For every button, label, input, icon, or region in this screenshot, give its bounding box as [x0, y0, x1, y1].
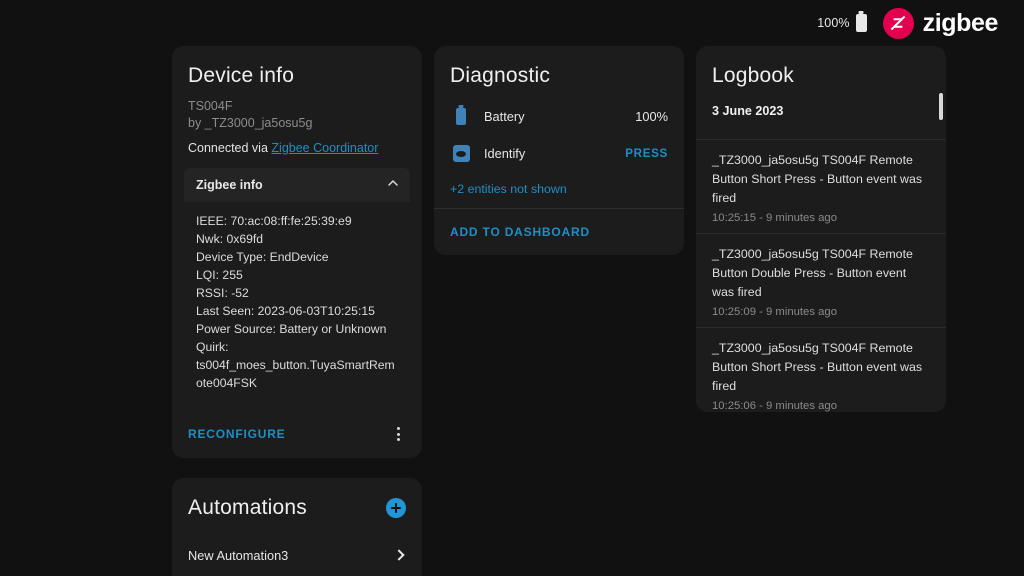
automation-label: New Automation3	[188, 548, 288, 563]
connected-via-label: Connected via	[188, 141, 268, 155]
zigbee-coordinator-link[interactable]: Zigbee Coordinator	[271, 141, 378, 155]
add-to-dashboard-button[interactable]: ADD TO DASHBOARD	[450, 225, 590, 239]
battery-icon	[450, 108, 472, 125]
device-info-title: Device info	[172, 46, 422, 98]
diagnostic-title: Diagnostic	[434, 46, 684, 98]
top-status-bar: 100% zigbee	[0, 0, 1024, 46]
zigbee-info-row: Quirk: ts004f_moes_button.TuyaSmartRemot…	[196, 338, 398, 392]
battery-percent-label: 100%	[817, 16, 849, 30]
diagnostic-row: Identify PRESS	[434, 135, 684, 172]
logbook-entry-text: _TZ3000_ja5osu5g TS004F Remote Button Sh…	[712, 339, 926, 396]
identify-icon	[450, 145, 472, 162]
plus-circle-icon[interactable]	[386, 498, 406, 518]
logbook-title: Logbook	[696, 46, 946, 98]
zigbee-info-row: Nwk: 0x69fd	[196, 230, 398, 248]
logbook-entry[interactable]: _TZ3000_ja5osu5g TS004F Remote Button Sh…	[696, 139, 946, 233]
diagnostic-entity-list: Battery 100% Identify PRESS	[434, 98, 684, 172]
zigbee-info-body: IEEE: 70:ac:08:ff:fe:25:39:e9Nwk: 0x69fd…	[184, 202, 410, 396]
reconfigure-button[interactable]: RECONFIGURE	[188, 427, 285, 441]
battery-status: 100%	[817, 14, 866, 32]
kebab-menu-icon[interactable]	[388, 424, 408, 444]
automations-card: Automations New Automation3New Automatio…	[172, 478, 422, 576]
automations-header: Automations	[172, 478, 422, 524]
battery-full-icon	[856, 14, 867, 32]
left-column: Device info TS004F by _TZ3000_ja5osu5g C…	[172, 46, 422, 576]
zigbee-info-row: RSSI: -52	[196, 284, 398, 302]
automation-row[interactable]: New Automation3	[172, 536, 422, 574]
logbook-scrollbar-thumb[interactable]	[939, 93, 943, 120]
logbook-entry-text: _TZ3000_ja5osu5g TS004F Remote Button Sh…	[712, 151, 926, 208]
chevron-right-icon	[393, 549, 404, 560]
diagnostic-row: Battery 100%	[434, 98, 684, 135]
device-manufacturer: by _TZ3000_ja5osu5g	[188, 115, 406, 132]
logbook-entry-time: 10:25:06 - 9 minutes ago	[712, 400, 926, 412]
zigbee-info-label: Zigbee info	[196, 178, 263, 192]
zigbee-info-row: Device Type: EndDevice	[196, 248, 398, 266]
middle-column: Diagnostic Battery 100% Identify PRESS +2 e…	[434, 46, 684, 255]
diagnostic-row-name: Battery	[484, 109, 623, 124]
device-info-card: Device info TS004F by _TZ3000_ja5osu5g C…	[172, 46, 422, 458]
zigbee-info-expansion-header[interactable]: Zigbee info	[184, 168, 410, 202]
logbook-card: Logbook 3 June 2023 _TZ3000_ja5osu5g TS0…	[696, 46, 946, 412]
device-card-actions: RECONFIGURE	[172, 410, 422, 458]
diagnostic-card: Diagnostic Battery 100% Identify PRESS +2 e…	[434, 46, 684, 255]
zigbee-info-expansion: Zigbee info IEEE: 70:ac:08:ff:fe:25:39:e…	[184, 168, 410, 396]
zigbee-info-row: Power Source: Battery or Unknown	[196, 320, 398, 338]
zigbee-wordmark: zigbee	[923, 9, 998, 38]
device-model: TS004F	[188, 98, 406, 115]
chevron-up-icon	[386, 176, 400, 195]
diagnostic-row-name: Identify	[484, 146, 613, 161]
zigbee-info-row: LQI: 255	[196, 266, 398, 284]
logbook-date-header: 3 June 2023	[696, 98, 946, 128]
logbook-entry-time: 10:25:09 - 9 minutes ago	[712, 306, 926, 318]
logbook-entry[interactable]: _TZ3000_ja5osu5g TS004F Remote Button Do…	[696, 233, 946, 327]
automations-title: Automations	[188, 496, 307, 520]
zigbee-info-row: IEEE: 70:ac:08:ff:fe:25:39:e9	[196, 212, 398, 230]
diagnostic-footer: ADD TO DASHBOARD	[434, 209, 684, 255]
logbook-entry-text: _TZ3000_ja5osu5g TS004F Remote Button Do…	[712, 245, 926, 302]
logbook-entry-list[interactable]: _TZ3000_ja5osu5g TS004F Remote Button Sh…	[696, 139, 946, 412]
zigbee-info-row: Last Seen: 2023-06-03T10:25:15	[196, 302, 398, 320]
right-column: Logbook 3 June 2023 _TZ3000_ja5osu5g TS0…	[696, 46, 946, 412]
entities-not-shown-link[interactable]: +2 entities not shown	[434, 172, 684, 208]
connected-via-row: Connected via Zigbee Coordinator	[172, 132, 422, 156]
zigbee-brand-logo: zigbee	[883, 8, 998, 39]
device-meta: TS004F by _TZ3000_ja5osu5g	[172, 98, 422, 132]
zigbee-logo-icon	[883, 8, 914, 39]
diagnostic-row-value: 100%	[635, 109, 668, 124]
logbook-entry[interactable]: _TZ3000_ja5osu5g TS004F Remote Button Sh…	[696, 327, 946, 412]
logbook-entry-time: 10:25:15 - 9 minutes ago	[712, 212, 926, 224]
automations-list: New Automation3New Automation4	[172, 524, 422, 576]
identify-press-button[interactable]: PRESS	[625, 147, 668, 160]
